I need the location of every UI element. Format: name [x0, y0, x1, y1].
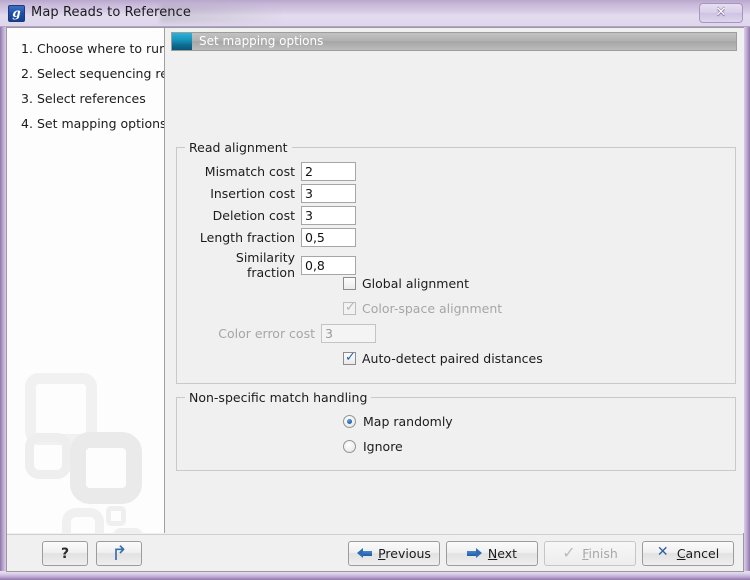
step-label: Select references	[37, 91, 146, 106]
radio-ignore[interactable]: Ignore	[343, 439, 403, 454]
auto-detect-paired-distances-label: Auto-detect paired distances	[362, 351, 543, 366]
close-icon: ✕	[715, 5, 727, 20]
step-number: 2.	[21, 66, 33, 81]
ignore-label: Ignore	[363, 439, 403, 454]
color-error-cost-label: Color error cost	[218, 326, 315, 341]
window-title: Map Reads to Reference	[31, 5, 191, 20]
non-specific-legend: Non-specific match handling	[185, 390, 372, 405]
finish-button-label: Finish	[582, 546, 618, 561]
reset-button[interactable]	[96, 541, 142, 566]
step-label: Set mapping options	[37, 116, 165, 131]
close-x-icon	[657, 544, 671, 560]
radio-button	[343, 415, 356, 428]
checkbox-box: ✓	[343, 350, 356, 365]
step-number: 1.	[21, 41, 33, 56]
sidebar-step-1[interactable]: 1. Choose where to run	[7, 36, 165, 61]
question-mark-icon: ?	[60, 545, 70, 562]
content-panel: Set mapping options Read alignment Misma…	[166, 28, 744, 533]
non-specific-match-group: Non-specific match handling Map randomly…	[176, 390, 736, 471]
section-accent-icon	[172, 33, 192, 50]
cancel-button[interactable]: Cancel	[642, 541, 734, 566]
sidebar-step-4[interactable]: 4. Set mapping options	[7, 111, 165, 136]
step-number: 4.	[21, 116, 33, 131]
similarity-fraction-input[interactable]	[301, 255, 356, 275]
map-randomly-label: Map randomly	[363, 414, 453, 429]
dialog-window: g Map Reads to Reference ✕ 1. Choose whe…	[0, 0, 750, 580]
close-button[interactable]: ✕	[699, 3, 743, 23]
mismatch-cost-input[interactable]	[301, 162, 356, 181]
global-alignment-checkbox[interactable]: Global alignment	[343, 276, 469, 291]
sidebar-step-3[interactable]: 3. Select references	[7, 86, 164, 111]
color-error-cost-input	[321, 324, 376, 343]
wizard-step-sidebar: 1. Choose where to run 2. Select sequenc…	[7, 28, 165, 533]
length-fraction-input[interactable]	[301, 228, 356, 247]
next-button-label: Next	[487, 546, 518, 561]
arrow-right-icon	[466, 548, 482, 559]
help-button[interactable]: ?	[42, 541, 88, 566]
similarity-fraction-label: Similarity fraction	[235, 250, 295, 280]
dialog-button-bar: ? Previous Next Finish Cancel	[7, 534, 743, 571]
checkmark-icon: ✓	[345, 300, 356, 315]
checkbox-box: ✓	[343, 300, 356, 315]
length-fraction-label: Length fraction	[199, 230, 295, 245]
next-button[interactable]: Next	[446, 541, 538, 566]
auto-detect-paired-distances-checkbox[interactable]: ✓ Auto-detect paired distances	[343, 350, 543, 366]
similarity-fraction-row: Similarity fraction	[185, 250, 356, 280]
section-header: Set mapping options	[171, 32, 737, 51]
previous-button-label: Previous	[378, 546, 431, 561]
step-label: Choose where to run	[37, 41, 165, 56]
insertion-cost-row: Insertion cost	[185, 184, 356, 203]
step-number: 3.	[21, 91, 33, 106]
deletion-cost-label: Deletion cost	[212, 208, 295, 223]
length-fraction-row: Length fraction	[185, 228, 356, 247]
insertion-cost-label: Insertion cost	[210, 186, 295, 201]
checkmark-icon: ✓	[345, 350, 356, 365]
window-frame-bottom	[0, 571, 750, 580]
section-title: Set mapping options	[199, 34, 324, 48]
checkmark-icon	[562, 543, 576, 562]
mismatch-cost-row: Mismatch cost	[185, 162, 356, 181]
step-list: 1. Choose where to run 2. Select sequenc…	[7, 36, 165, 136]
deletion-cost-input[interactable]	[301, 206, 356, 225]
finish-button: Finish	[544, 541, 636, 566]
previous-button[interactable]: Previous	[348, 541, 440, 566]
app-icon: g	[8, 5, 25, 22]
radio-button	[343, 440, 356, 453]
client-area: 1. Choose where to run 2. Select sequenc…	[6, 27, 744, 572]
color-space-alignment-label: Color-space alignment	[362, 301, 503, 316]
checkbox-box	[343, 277, 356, 290]
undo-arrow-icon	[111, 547, 127, 561]
insertion-cost-input[interactable]	[301, 184, 356, 203]
radio-dot	[347, 419, 352, 424]
title-bar: g Map Reads to Reference ✕	[0, 0, 750, 27]
step-label: Select sequencing reads	[37, 66, 164, 81]
color-space-alignment-checkbox: ✓ Color-space alignment	[343, 300, 503, 316]
sidebar-step-2[interactable]: 2. Select sequencing reads	[7, 61, 164, 86]
mismatch-cost-label: Mismatch cost	[204, 164, 295, 179]
cancel-button-label: Cancel	[676, 546, 720, 561]
arrow-left-icon	[357, 548, 373, 559]
global-alignment-label: Global alignment	[362, 276, 470, 291]
deletion-cost-row: Deletion cost	[185, 206, 356, 225]
read-alignment-legend: Read alignment	[185, 140, 292, 155]
radio-map-randomly[interactable]: Map randomly	[343, 414, 453, 429]
color-error-cost-row: Color error cost	[205, 324, 376, 343]
read-alignment-group: Read alignment Mismatch cost Insertion c…	[176, 140, 736, 384]
